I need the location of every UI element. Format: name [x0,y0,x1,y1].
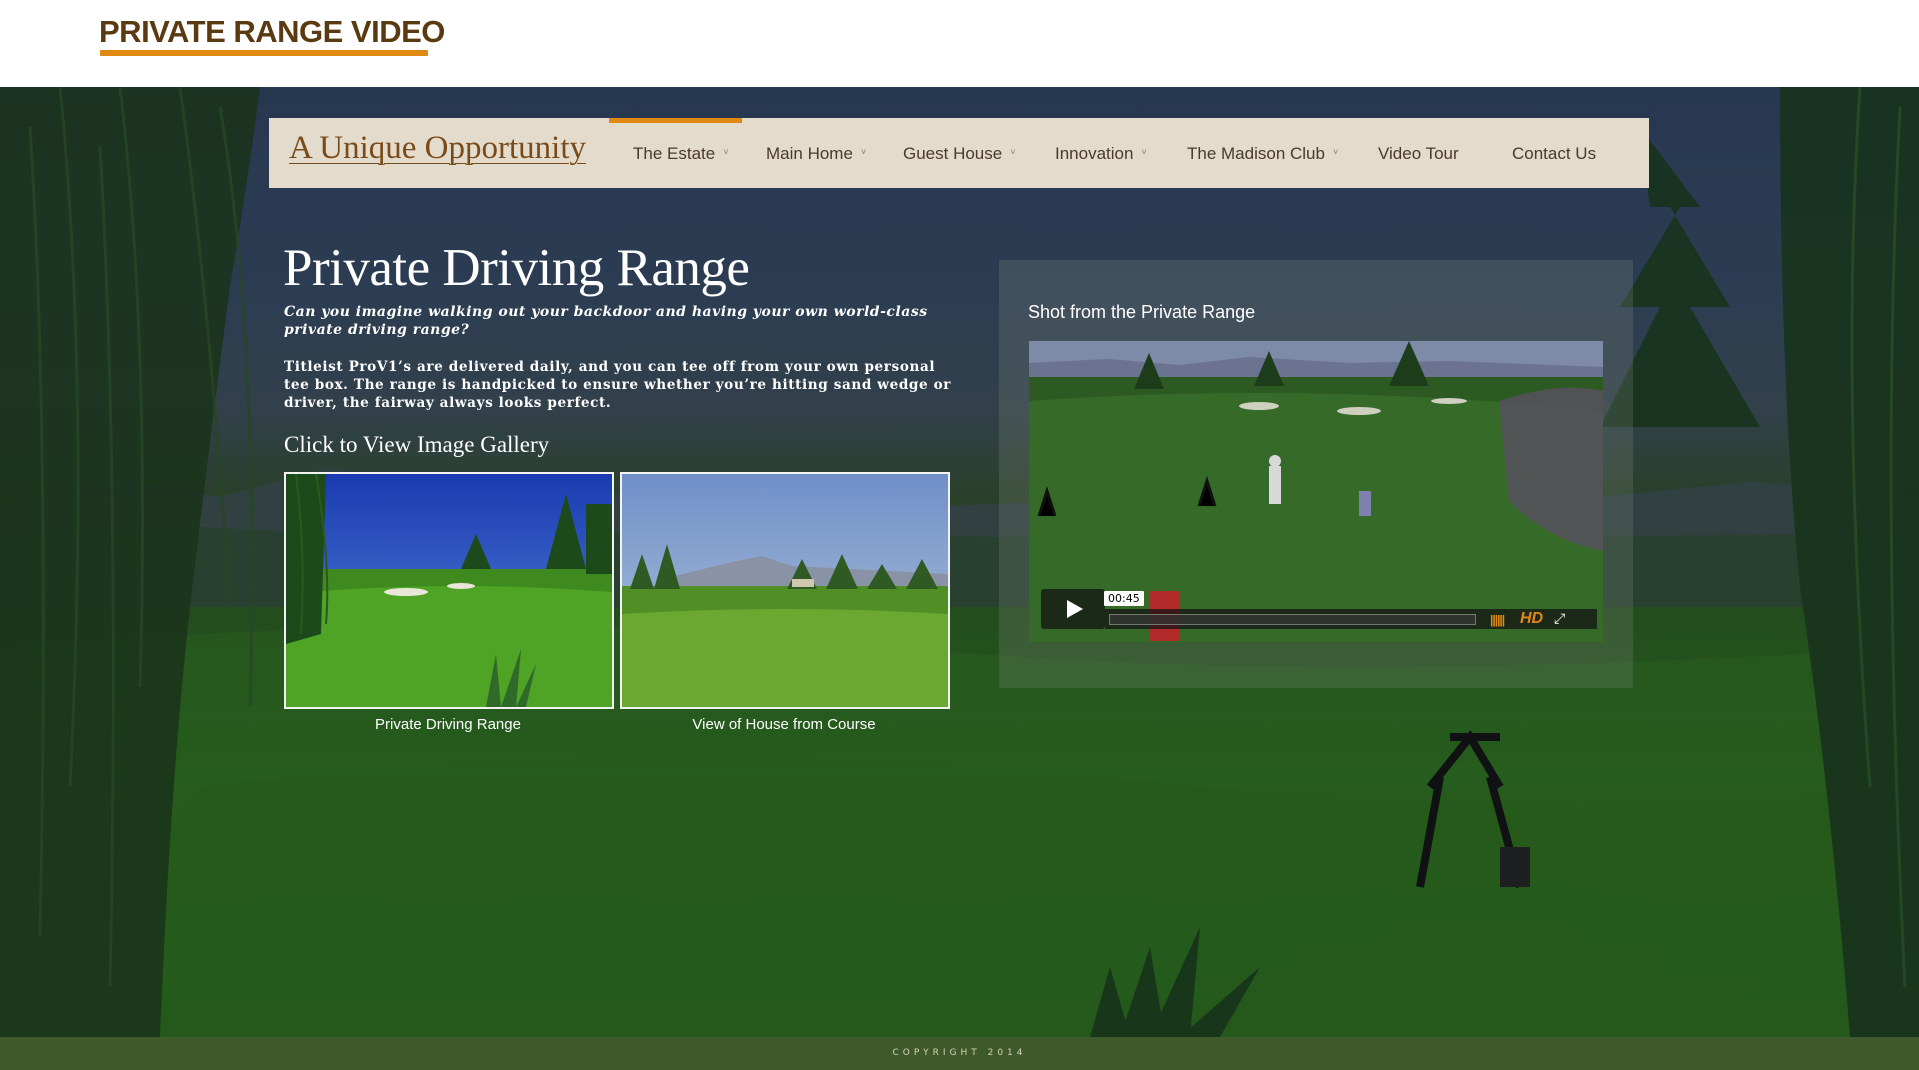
video-panel: Shot from the Private Range 00:45 ||||||… [999,260,1633,688]
nav-item-label: Innovation [1055,144,1134,163]
nav-item-label: Guest House [903,144,1003,163]
gallery-thumbnail-view-of-house[interactable] [620,472,950,709]
gallery-title: Click to View Image Gallery [284,432,550,457]
video-scrubber[interactable] [1109,614,1476,625]
lead-text: Can you imagine walking out your backdoo… [284,304,928,338]
nav-item-label: The Estate [633,144,716,163]
brand-underline [100,50,428,56]
brand-title[interactable]: PRIVATE RANGE VIDEO [99,14,445,50]
nav-item-label: The Madison Club [1187,144,1325,163]
footer: COPYRIGHT 2014 [0,1037,1919,1070]
copyright-text: COPYRIGHT 2014 [892,1048,1027,1058]
nav-item-label: Video Tour [1378,144,1459,163]
gallery-caption: Private Driving Range [375,716,521,733]
nav-item-the-estate[interactable]: The Estate ˅ [633,118,728,188]
nav-logo-link[interactable]: A Unique Opportunity [289,130,586,167]
fullscreen-icon[interactable]: ⤢ [1554,610,1565,627]
chevron-down-icon: ˅ [860,147,867,157]
hd-toggle[interactable]: HD [1520,610,1543,628]
chevron-down-icon: ˅ [723,147,729,157]
play-button[interactable] [1041,589,1105,629]
nav-item-main-home[interactable]: Main Home ˅ [766,118,866,188]
main-navigation: A Unique Opportunity The Estate ˅ Main Ho… [269,118,1649,188]
gallery-thumbnail-private-driving-range[interactable] [284,472,614,709]
video-controls: |||||| HD ⤢ [1105,609,1597,629]
nav-item-contact-us[interactable]: Contact Us [1512,118,1596,188]
chevron-down-icon: ˅ [1010,147,1016,157]
video-time: 00:45 [1104,591,1144,606]
play-icon [1067,600,1083,618]
driving-range-image [286,474,612,707]
nav-item-innovation[interactable]: Innovation ˅ [1055,118,1147,188]
nav-item-label: Contact Us [1512,144,1597,163]
video-title: Shot from the Private Range [1028,302,1256,322]
volume-icon[interactable]: |||||| [1490,613,1505,627]
nav-item-guest-house[interactable]: Guest House ˅ [903,118,1016,188]
page-title: Private Driving Range [283,239,750,297]
body-text: Titleist ProV1’s are delivered daily, an… [284,359,952,411]
top-header: PRIVATE RANGE VIDEO [0,0,1919,87]
nav-item-the-madison-club[interactable]: The Madison Club ˅ [1187,118,1338,188]
nav-item-label: Main Home [766,144,853,163]
house-view-image [622,474,948,707]
chevron-down-icon: ˅ [1141,147,1147,157]
chevron-down-icon: ˅ [1332,147,1339,157]
gallery-caption: View of House from Course [692,716,876,733]
nav-item-video-tour[interactable]: Video Tour [1378,118,1459,188]
video-player[interactable]: 00:45 |||||| HD ⤢ [1029,341,1603,642]
